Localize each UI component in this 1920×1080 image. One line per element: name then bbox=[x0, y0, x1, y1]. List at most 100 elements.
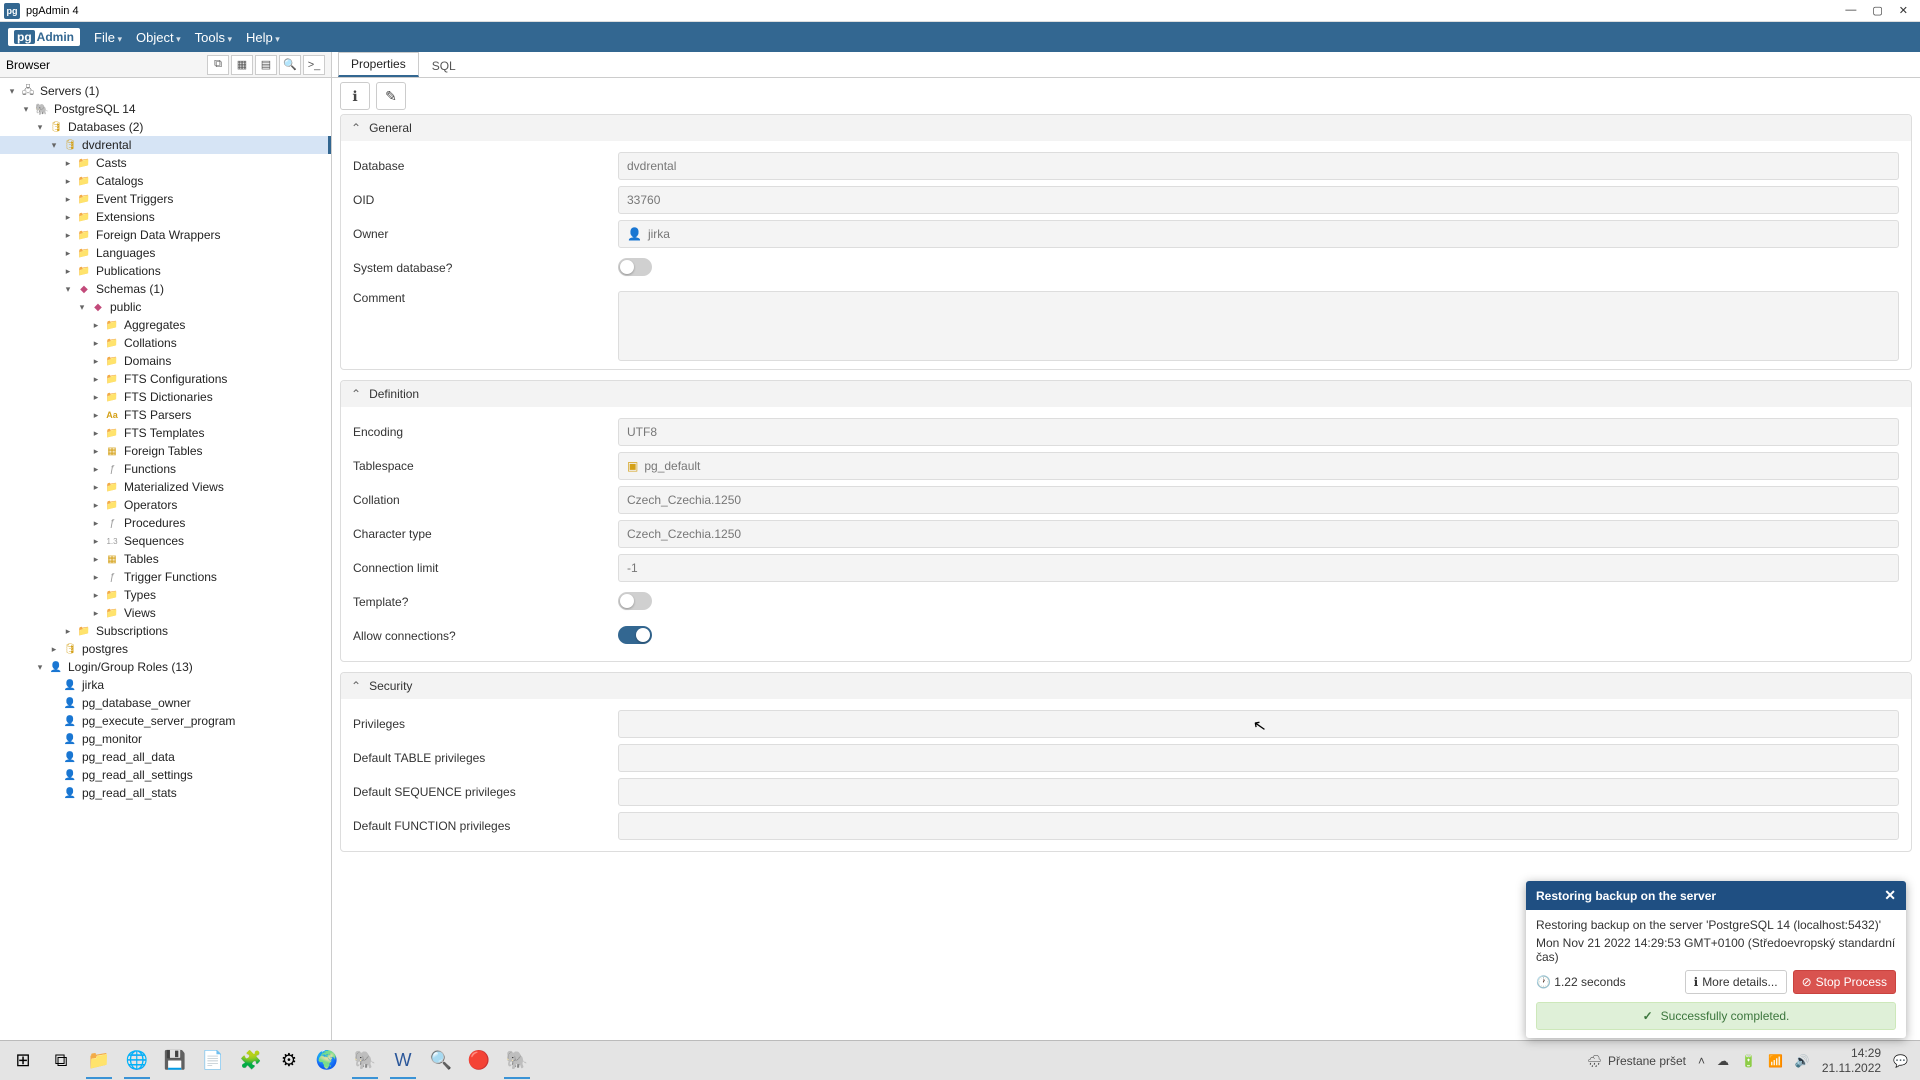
lbl-sysdb: System database? bbox=[353, 261, 618, 275]
menu-file[interactable]: File bbox=[94, 30, 122, 45]
tree-role[interactable]: pg_read_all_stats bbox=[0, 784, 331, 802]
tree-subscriptions[interactable]: Subscriptions bbox=[0, 622, 331, 640]
tree-databases[interactable]: Databases (2) bbox=[0, 118, 331, 136]
start-button[interactable]: ⊞ bbox=[4, 1043, 42, 1079]
minimize-button[interactable]: — bbox=[1845, 4, 1856, 17]
tree-schema-public[interactable]: public bbox=[0, 298, 331, 316]
val-comment bbox=[618, 291, 1899, 361]
tool-psql[interactable]: >_ bbox=[303, 55, 325, 75]
tree-functions[interactable]: Functions bbox=[0, 460, 331, 478]
tree-types[interactable]: Types bbox=[0, 586, 331, 604]
tree-roles[interactable]: Login/Group Roles (13) bbox=[0, 658, 331, 676]
taskbar-pgadmin[interactable]: 🐘 bbox=[498, 1043, 536, 1079]
notif-close-button[interactable]: ✕ bbox=[1884, 887, 1896, 904]
taskbar-app5[interactable]: 🔴 bbox=[460, 1043, 498, 1079]
tree-aggregates[interactable]: Aggregates bbox=[0, 316, 331, 334]
role-icon bbox=[62, 714, 78, 728]
tree-db-postgres[interactable]: postgres bbox=[0, 640, 331, 658]
section-security-header[interactable]: ⌃Security bbox=[341, 673, 1911, 699]
tool-search[interactable]: 🔍 bbox=[279, 55, 301, 75]
tree-catalogs[interactable]: Catalogs bbox=[0, 172, 331, 190]
tree-role[interactable]: pg_execute_server_program bbox=[0, 712, 331, 730]
section-general-header[interactable]: ⌃General bbox=[341, 115, 1911, 141]
tray-notifications-icon[interactable]: 💬 bbox=[1893, 1054, 1908, 1068]
taskbar-app2[interactable]: ⚙ bbox=[270, 1043, 308, 1079]
tree-extensions[interactable]: Extensions bbox=[0, 208, 331, 226]
section-definition-header[interactable]: ⌃Definition bbox=[341, 381, 1911, 407]
tab-properties[interactable]: Properties bbox=[338, 52, 419, 77]
val-chartype: Czech_Czechia.1250 bbox=[618, 520, 1899, 548]
tree-collations[interactable]: Collations bbox=[0, 334, 331, 352]
tree-casts[interactable]: Casts bbox=[0, 154, 331, 172]
sequence-icon bbox=[104, 534, 120, 548]
tree-event-triggers[interactable]: Event Triggers bbox=[0, 190, 331, 208]
taskbar-notes[interactable]: 📄 bbox=[194, 1043, 232, 1079]
taskview-button[interactable]: ⧉ bbox=[42, 1043, 80, 1079]
tray-onedrive-icon[interactable]: ☁ bbox=[1717, 1054, 1729, 1068]
info-button[interactable]: ℹ bbox=[340, 82, 370, 110]
close-button[interactable]: ✕ bbox=[1899, 4, 1908, 17]
chevron-down-icon: ⌃ bbox=[351, 679, 361, 693]
tree-triggerfns[interactable]: Trigger Functions bbox=[0, 568, 331, 586]
tree-procedures[interactable]: Procedures bbox=[0, 514, 331, 532]
menu-object[interactable]: Object bbox=[136, 30, 181, 45]
tablespace-icon: ▣ bbox=[627, 459, 638, 473]
tree-matviews[interactable]: Materialized Views bbox=[0, 478, 331, 496]
folder-icon bbox=[76, 210, 92, 224]
system-tray: 🌧Přestane pršet ˄ ☁ 🔋 📶 🔊 14:29 21.11.20… bbox=[1587, 1046, 1916, 1075]
role-icon bbox=[62, 678, 78, 692]
tree-ftstemplates[interactable]: FTS Templates bbox=[0, 424, 331, 442]
tree-role[interactable]: pg_read_all_data bbox=[0, 748, 331, 766]
maximize-button[interactable]: ▢ bbox=[1872, 4, 1882, 17]
taskbar-explorer[interactable]: 📁 bbox=[80, 1043, 118, 1079]
tree-role[interactable]: pg_monitor bbox=[0, 730, 331, 748]
taskbar-pg[interactable]: 🐘 bbox=[346, 1043, 384, 1079]
tray-chevron[interactable]: ˄ bbox=[1698, 1054, 1705, 1068]
weather-widget[interactable]: 🌧Přestane pršet bbox=[1587, 1054, 1686, 1068]
taskbar-save[interactable]: 💾 bbox=[156, 1043, 194, 1079]
tree-ftsconfig[interactable]: FTS Configurations bbox=[0, 370, 331, 388]
edit-button[interactable]: ✎ bbox=[376, 82, 406, 110]
tray-wifi-icon[interactable]: 📶 bbox=[1768, 1054, 1783, 1068]
tool-query[interactable]: ⧉ bbox=[207, 55, 229, 75]
tray-volume-icon[interactable]: 🔊 bbox=[1795, 1054, 1810, 1068]
tree-role[interactable]: pg_database_owner bbox=[0, 694, 331, 712]
tree-publications[interactable]: Publications bbox=[0, 262, 331, 280]
tree-ftsdict[interactable]: FTS Dictionaries bbox=[0, 388, 331, 406]
tree-role[interactable]: jirka bbox=[0, 676, 331, 694]
window-title: pgAdmin 4 bbox=[26, 5, 79, 17]
taskbar-chrome[interactable]: 🌐 bbox=[118, 1043, 156, 1079]
tab-sql[interactable]: SQL bbox=[419, 54, 469, 77]
taskbar-app4[interactable]: 🔍 bbox=[422, 1043, 460, 1079]
tree-schemas[interactable]: Schemas (1) bbox=[0, 280, 331, 298]
tree-servers[interactable]: Servers (1) bbox=[0, 82, 331, 100]
tree-views[interactable]: Views bbox=[0, 604, 331, 622]
folder-icon bbox=[76, 228, 92, 242]
table-icon bbox=[104, 444, 120, 458]
tree-foreigntables[interactable]: Foreign Tables bbox=[0, 442, 331, 460]
tree-ftsparsers[interactable]: FTS Parsers bbox=[0, 406, 331, 424]
menu-tools[interactable]: Tools bbox=[195, 30, 232, 45]
tool-filter[interactable]: ▤ bbox=[255, 55, 277, 75]
tree-role[interactable]: pg_read_all_settings bbox=[0, 766, 331, 784]
tree-tables[interactable]: Tables bbox=[0, 550, 331, 568]
taskbar-word[interactable]: W bbox=[384, 1043, 422, 1079]
tree-operators[interactable]: Operators bbox=[0, 496, 331, 514]
more-details-button[interactable]: ℹMore details... bbox=[1685, 970, 1787, 994]
stop-process-button[interactable]: ⊘Stop Process bbox=[1793, 970, 1896, 994]
tree-languages[interactable]: Languages bbox=[0, 244, 331, 262]
role-icon bbox=[62, 750, 78, 764]
tree-fdw[interactable]: Foreign Data Wrappers bbox=[0, 226, 331, 244]
clock[interactable]: 14:29 21.11.2022 bbox=[1822, 1046, 1881, 1075]
menu-help[interactable]: Help bbox=[246, 30, 280, 45]
notif-title: Restoring backup on the server bbox=[1536, 889, 1716, 903]
tool-viewdata[interactable]: ▦ bbox=[231, 55, 253, 75]
tray-battery-icon[interactable]: 🔋 bbox=[1741, 1054, 1756, 1068]
taskbar-app3[interactable]: 🌍 bbox=[308, 1043, 346, 1079]
tree-server[interactable]: PostgreSQL 14 bbox=[0, 100, 331, 118]
tree-sequences[interactable]: Sequences bbox=[0, 532, 331, 550]
taskbar-app1[interactable]: 🧩 bbox=[232, 1043, 270, 1079]
tree-domains[interactable]: Domains bbox=[0, 352, 331, 370]
tree-db-dvdrental[interactable]: dvdrental bbox=[0, 136, 331, 154]
object-tree[interactable]: Servers (1) PostgreSQL 14 Databases (2) … bbox=[0, 78, 331, 1040]
